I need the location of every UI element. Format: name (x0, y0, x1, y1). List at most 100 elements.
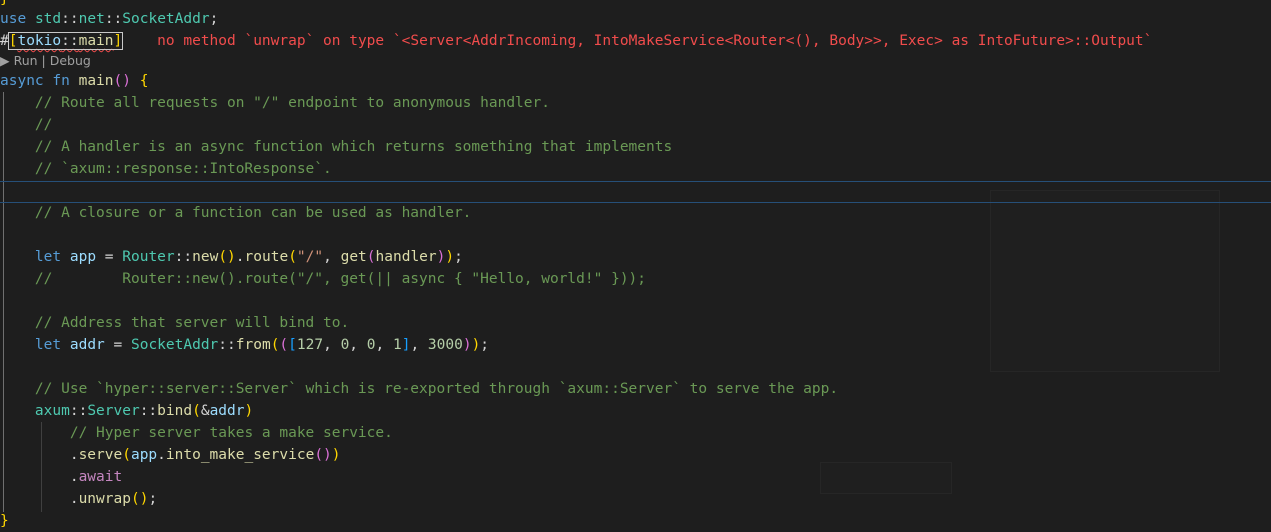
parenthesis: ( (192, 403, 201, 419)
function-call: from (235, 337, 271, 353)
parenthesis: ) (445, 249, 455, 265)
function-call: new (192, 249, 219, 265)
parenthesis: ( (279, 337, 289, 353)
inline-error-message: no method `unwrap` on type `<Server<Addr… (157, 33, 1153, 49)
parentheses: () (130, 491, 149, 507)
code-line[interactable]: } (0, 510, 1271, 532)
code-line[interactable]: // Router::new().route("/", get(|| async… (0, 268, 1271, 290)
function-call: into_make_service (165, 447, 315, 463)
dot: . (69, 491, 79, 507)
parenthesis: ( (122, 447, 131, 463)
keyword-let: let (34, 249, 62, 265)
run-debug-link[interactable]: ▶ Run | Debug (0, 53, 91, 68)
comment: // Router::new().route("/", get(|| async… (34, 271, 647, 287)
parenthesis: ) (471, 337, 481, 353)
code-line[interactable]: // A closure or a function can be used a… (0, 202, 1271, 224)
string-literal: "/" (296, 249, 324, 265)
keyword-async: async (0, 73, 44, 89)
comment: // Hyper server takes a make service. (69, 425, 393, 441)
comment: // Route all requests on "/" endpoint to… (34, 95, 550, 111)
dot: . (69, 447, 79, 463)
parentheses: () (314, 447, 332, 463)
parenthesis: ) (462, 337, 472, 353)
variable-app: app (130, 447, 158, 463)
path-separator: :: (104, 11, 123, 27)
code-line[interactable]: // Route all requests on "/" endpoint to… (0, 92, 1271, 114)
function-name: main (78, 73, 114, 89)
dot: . (69, 469, 79, 485)
type-name: SocketAddr (122, 11, 210, 27)
parenthesis: ) (331, 447, 341, 463)
code-line[interactable]: // Hyper server takes a make service. (0, 422, 1271, 444)
bracket: [ (288, 337, 297, 353)
path-separator: :: (218, 337, 236, 353)
function-name: handler (375, 249, 437, 265)
code-editor[interactable]: } use std::net::SocketAddr; #[tokio::mai… (0, 0, 1271, 532)
code-line[interactable]: let addr = SocketAddr::from(([127, 0, 0,… (0, 334, 1271, 356)
closing-brace: } (0, 513, 9, 529)
comment: // Use `hyper::server::Server` which is … (34, 381, 839, 397)
variable-app: app (69, 249, 97, 265)
opening-brace: { (139, 73, 149, 89)
comma: , (349, 337, 367, 353)
comment: // `axum::response::IntoResponse`. (34, 161, 332, 177)
keyword-await: await (78, 469, 123, 485)
keyword-let: let (34, 337, 62, 353)
code-line[interactable]: axum::Server::bind(&addr) (0, 400, 1271, 422)
operator: & (200, 403, 210, 419)
number: 3000 (427, 337, 463, 353)
module-name: std (34, 11, 62, 27)
type-name: SocketAddr (130, 337, 219, 353)
dot: . (235, 249, 245, 265)
number: 0 (340, 337, 350, 353)
code-line[interactable]: async fn main() { (0, 70, 1271, 92)
dot: . (157, 447, 166, 463)
module-name: axum (34, 403, 70, 419)
comment: // A handler is an async function which … (34, 139, 673, 155)
variable-addr: addr (69, 337, 105, 353)
current-line-highlight (0, 181, 1271, 203)
keyword-use: use (0, 11, 27, 27)
comment: // (34, 117, 53, 133)
attribute-name: main (78, 33, 114, 49)
code-line[interactable]: // A handler is an async function which … (0, 136, 1271, 158)
comma: , (323, 337, 341, 353)
semicolon: ; (148, 491, 158, 507)
code-line[interactable]: // (0, 114, 1271, 136)
parenthesis: ( (288, 249, 297, 265)
path-separator: :: (174, 249, 193, 265)
function-call: bind (157, 403, 193, 419)
type-name: Server (87, 403, 140, 419)
code-line[interactable]: #[tokio::main] no method `unwrap` on typ… (0, 30, 1271, 52)
attribute-highlight[interactable]: [tokio::main] (7, 32, 124, 50)
variable-addr: addr (209, 403, 245, 419)
parentheses: () (218, 249, 236, 265)
code-line[interactable]: .unwrap(); (0, 488, 1271, 510)
path-separator: :: (61, 33, 79, 49)
bracket: ] (113, 33, 123, 49)
function-call: get (340, 249, 367, 265)
keyword-fn: fn (52, 73, 70, 89)
path-separator: :: (61, 11, 79, 27)
code-line[interactable]: use std::net::SocketAddr; (0, 8, 1271, 30)
type-name: Router (122, 249, 175, 265)
comma: , (410, 337, 428, 353)
function-call: route (244, 249, 289, 265)
path-separator: :: (69, 403, 88, 419)
path-separator: :: (139, 403, 158, 419)
code-line[interactable]: .await (0, 466, 1271, 488)
codelens-run-debug[interactable]: ▶ Run | Debug (0, 51, 1271, 71)
code-line[interactable]: // Address that server will bind to. (0, 312, 1271, 334)
number: 0 (366, 337, 376, 353)
code-line[interactable]: let app = Router::new().route("/", get(h… (0, 246, 1271, 268)
error-squiggle-token[interactable]: tokio (17, 33, 61, 49)
comment: // Address that server will bind to. (34, 315, 350, 331)
code-line[interactable]: .serve(app.into_make_service()) (0, 444, 1271, 466)
semicolon: ; (209, 11, 219, 27)
function-call: unwrap (78, 491, 131, 507)
function-call: serve (78, 447, 123, 463)
comma: , (323, 249, 341, 265)
code-line[interactable]: // Use `hyper::server::Server` which is … (0, 378, 1271, 400)
code-line[interactable]: // `axum::response::IntoResponse`. (0, 158, 1271, 180)
semicolon: ; (454, 249, 463, 265)
